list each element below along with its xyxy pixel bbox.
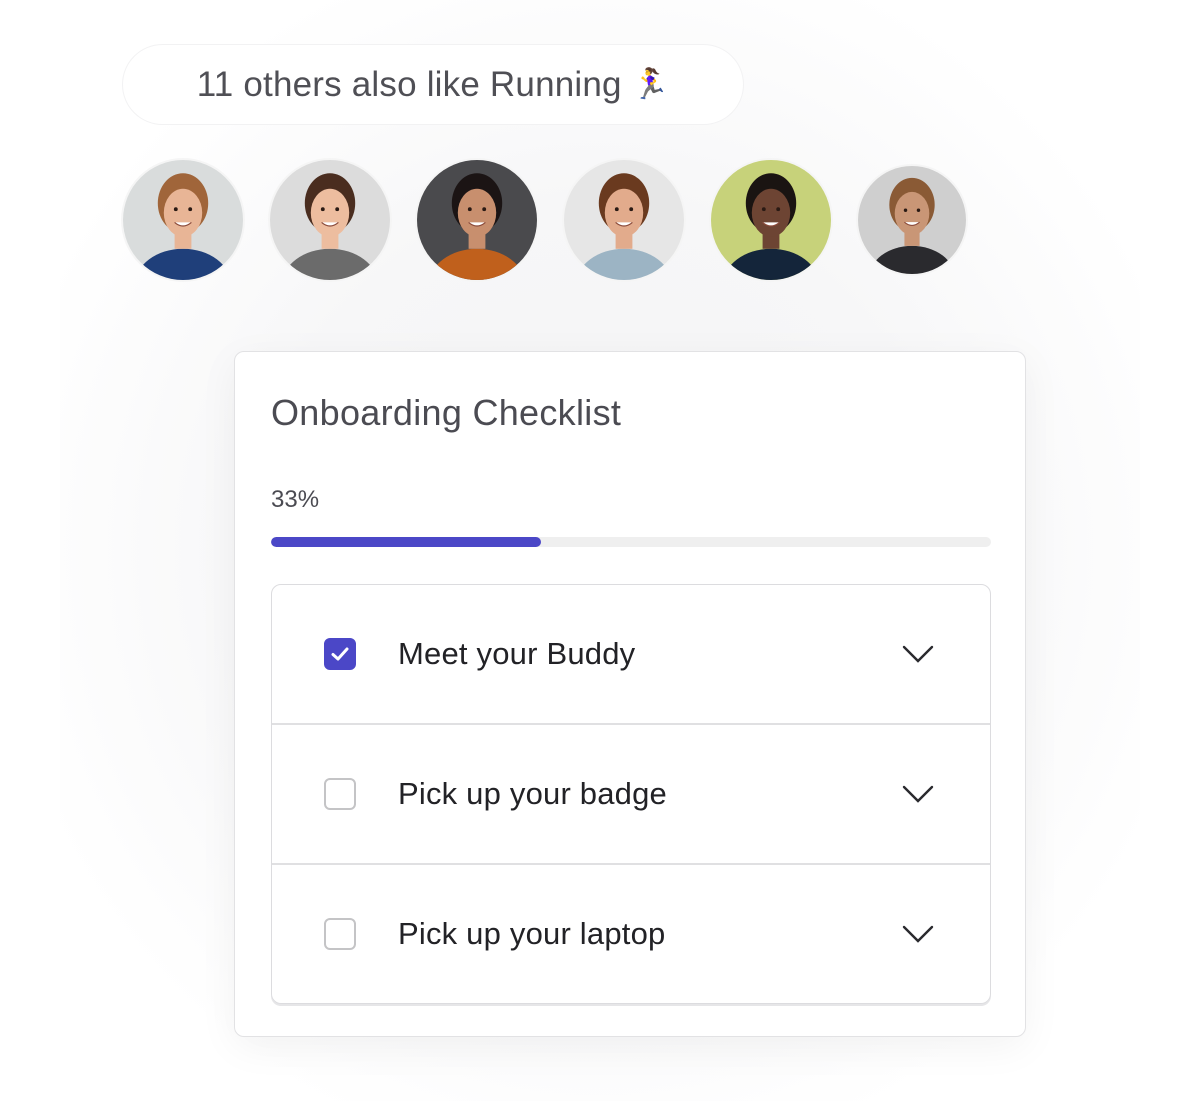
checklist-item-label: Meet your Buddy (398, 636, 636, 671)
checklist-list: Meet your Buddy Pick up your badge Pick … (271, 584, 991, 1004)
progress-bar (271, 537, 991, 547)
onboarding-checklist-card: Onboarding Checklist 33% Meet your Buddy… (234, 351, 1026, 1037)
chevron-down-icon[interactable] (902, 784, 934, 804)
checkmark-icon (331, 647, 349, 661)
avatar-photo (270, 160, 390, 280)
checkbox-unchecked[interactable] (324, 778, 356, 810)
avatar-photo (564, 160, 684, 280)
avatar-photo (711, 160, 831, 280)
avatar-man-blonde[interactable] (123, 160, 243, 280)
chevron-down-icon[interactable] (902, 644, 934, 664)
checklist-item-laptop[interactable]: Pick up your laptop (272, 865, 990, 1003)
checkbox-checked[interactable] (324, 638, 356, 670)
checkbox-unchecked[interactable] (324, 918, 356, 950)
checklist-item-badge[interactable]: Pick up your badge (272, 725, 990, 865)
card-title: Onboarding Checklist (271, 392, 622, 433)
checklist-item-label: Pick up your laptop (398, 916, 666, 951)
avatar-woman-plaid[interactable] (858, 166, 966, 274)
avatar-woman-striped[interactable] (270, 160, 390, 280)
chevron-down-icon[interactable] (902, 924, 934, 944)
woman-running-icon: 🏃‍♀️ (631, 68, 670, 101)
social-proof-text: 11 others also like Running (196, 64, 622, 104)
checklist-item-meet-buddy[interactable]: Meet your Buddy (272, 585, 990, 725)
avatar-photo (417, 160, 537, 280)
avatar-photo (858, 166, 966, 274)
avatar-photo (123, 160, 243, 280)
avatar-woman-afro[interactable] (711, 160, 831, 280)
progress-percent: 33% (271, 486, 320, 513)
checklist-item-label: Pick up your badge (398, 776, 667, 811)
progress-bar-fill (271, 537, 541, 547)
avatar-man-glasses[interactable] (564, 160, 684, 280)
social-proof-pill: 11 others also like Running 🏃‍♀️ (123, 45, 743, 124)
avatar-woman-curly[interactable] (417, 160, 537, 280)
